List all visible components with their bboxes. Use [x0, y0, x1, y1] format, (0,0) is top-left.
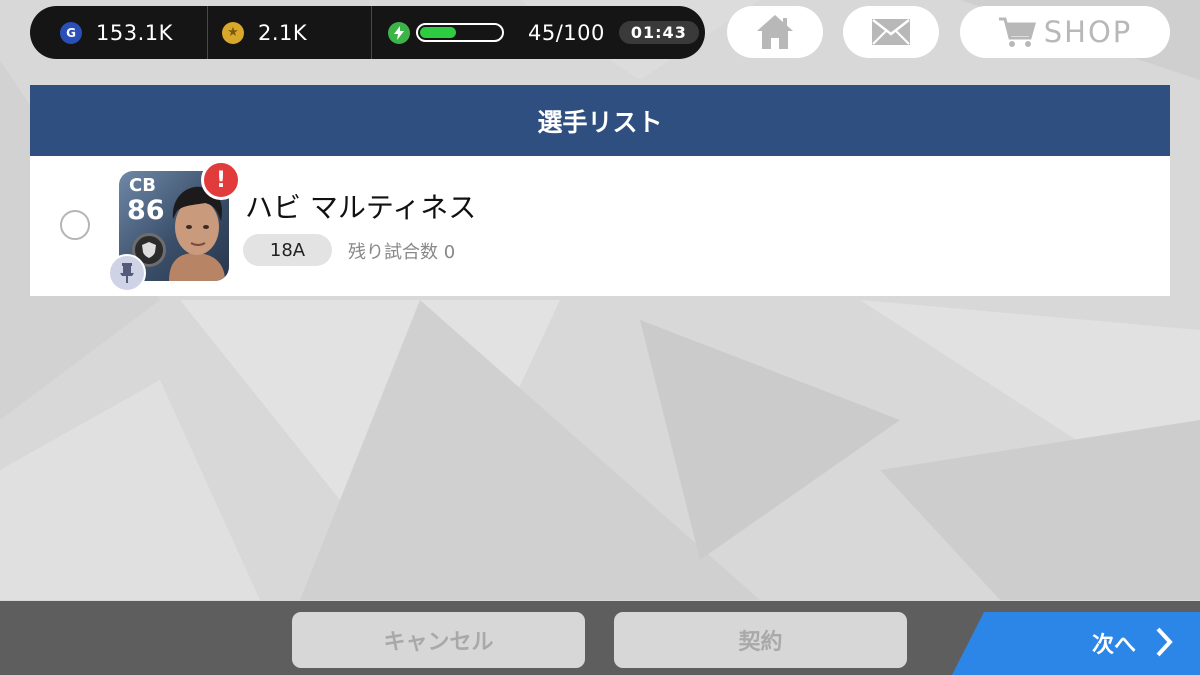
energy-bar-fill [420, 27, 456, 38]
card-rating: 86 [127, 195, 165, 226]
home-button[interactable] [727, 6, 823, 58]
coin-display: ★ 2.1K [208, 6, 371, 59]
player-name: ハビ マルティネス [245, 191, 477, 224]
gp-coin-icon: G [60, 21, 82, 44]
energy-display: 45/100 01:43 [372, 6, 699, 59]
next-label: 次へ [1092, 633, 1137, 658]
mail-button[interactable] [843, 6, 939, 58]
contract-button[interactable]: 契約 [614, 612, 907, 668]
chevron-right-icon [1156, 627, 1173, 657]
version-badge: 18A [243, 234, 332, 266]
contract-label: 契約 [738, 630, 783, 655]
cart-icon [998, 17, 1036, 47]
cancel-label: キャンセル [383, 630, 494, 655]
panel-title-text: 選手リスト [537, 107, 663, 137]
energy-bar [416, 23, 504, 42]
select-radio[interactable] [60, 210, 90, 240]
card-position: CB [129, 175, 156, 196]
coin-value: 2.1K [258, 20, 308, 45]
lightning-icon [388, 21, 410, 44]
player-list-item[interactable]: CB 86 ! ハビ マルティネス 18A 残り試合数 0 [30, 156, 1170, 296]
gp-value: 153.1K [96, 20, 173, 45]
shop-label: SHOP [1043, 15, 1133, 49]
home-icon [757, 15, 793, 49]
status-bar: G 153.1K ★ 2.1K 45/100 01:43 [30, 6, 705, 59]
remaining-matches: 残り試合数 0 [348, 242, 456, 263]
energy-timer: 01:43 [618, 21, 699, 44]
next-button[interactable]: 次へ [952, 612, 1200, 675]
cancel-button[interactable]: キャンセル [292, 612, 585, 668]
shop-button[interactable]: SHOP [960, 6, 1170, 58]
energy-count: 45/100 [528, 20, 605, 45]
panel-title: 選手リスト [30, 85, 1170, 156]
pin-icon [108, 254, 146, 292]
gp-display: G 153.1K [30, 6, 207, 59]
star-coin-icon: ★ [222, 21, 244, 44]
alert-badge: ! [201, 160, 241, 200]
mail-icon [872, 19, 910, 45]
